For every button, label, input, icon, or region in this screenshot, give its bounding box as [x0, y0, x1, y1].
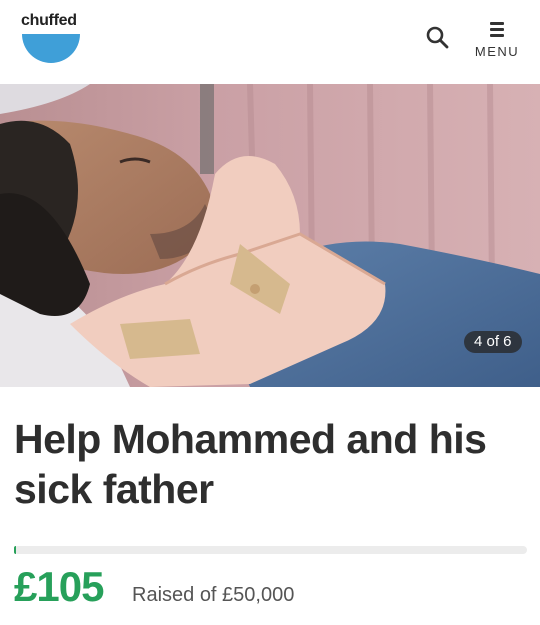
photo-image — [0, 84, 540, 387]
menu-label: MENU — [474, 44, 520, 59]
chuffed-logo[interactable]: chuffed — [21, 12, 81, 64]
menu-button[interactable]: MENU — [470, 18, 524, 66]
raised-of-target: Raised of £50,000 — [132, 584, 295, 606]
image-counter-badge[interactable]: 4 of 6 — [464, 331, 522, 353]
logo-text: chuffed — [21, 12, 77, 29]
site-header: chuffed MENU — [0, 0, 540, 84]
campaign-title: Help Mohammed and his sick father — [14, 416, 487, 512]
search-button[interactable] — [422, 22, 454, 54]
search-icon — [426, 26, 449, 49]
funding-progress-bar — [14, 546, 527, 554]
menu-icon — [490, 22, 504, 37]
campaign-photo[interactable] — [0, 84, 540, 387]
funding-progress-fill — [14, 546, 16, 554]
raised-amount: £105 — [14, 563, 104, 610]
logo-bowl-icon — [22, 34, 80, 63]
